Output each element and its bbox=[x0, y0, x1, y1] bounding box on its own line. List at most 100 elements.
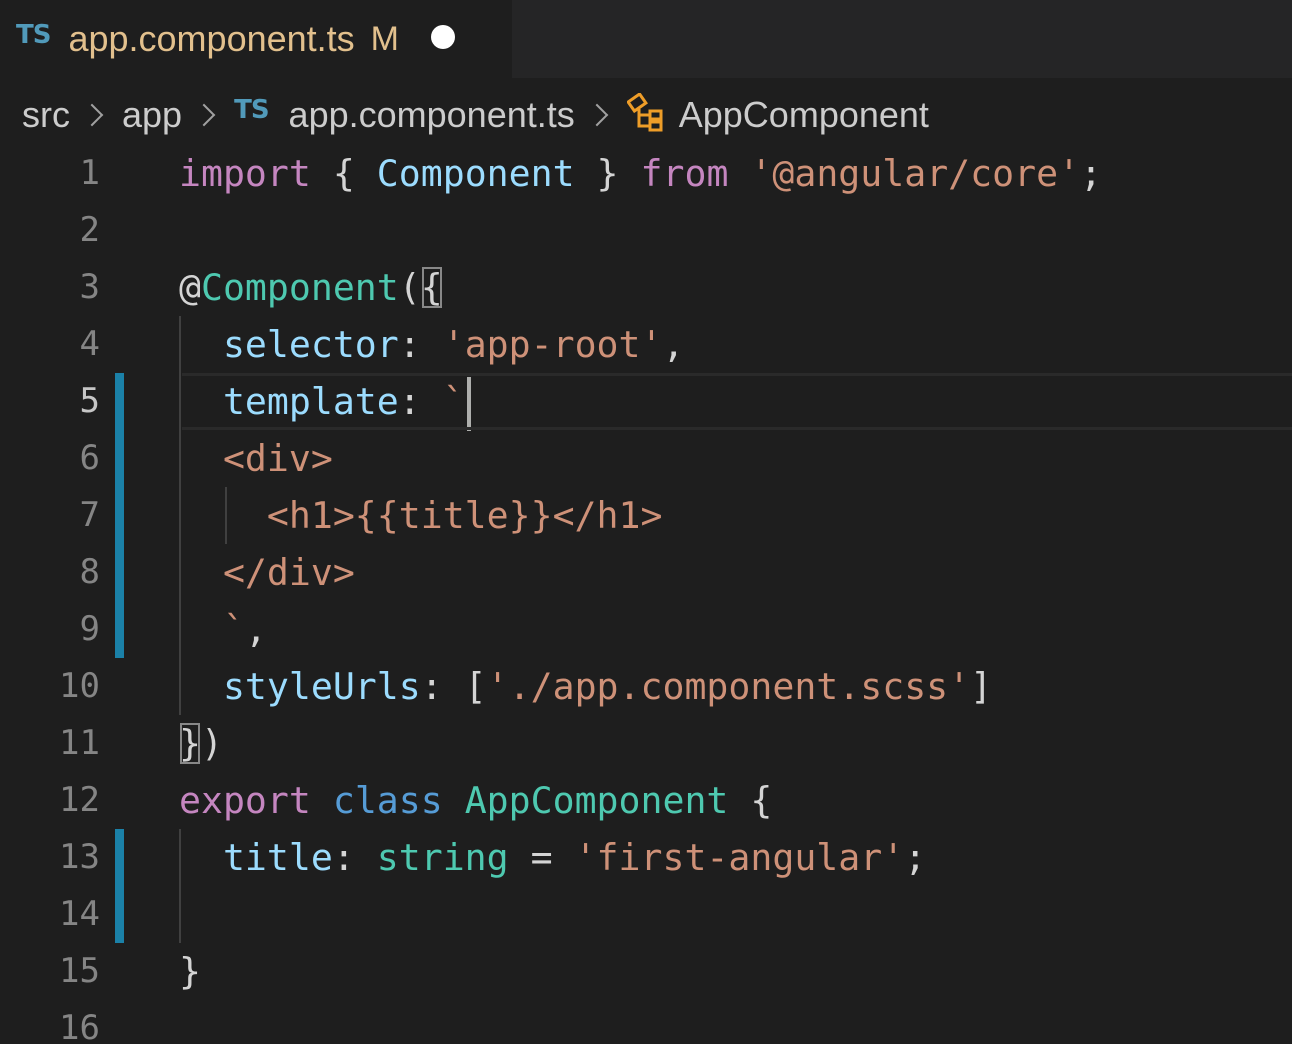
code-line-6[interactable]: 6 <div> bbox=[0, 430, 1292, 487]
code-text: template: ` bbox=[179, 373, 471, 431]
indent-guide bbox=[179, 886, 181, 943]
modified-line-indicator[interactable] bbox=[115, 544, 124, 601]
tab-bar: TS app.component.ts M bbox=[0, 0, 1292, 78]
line-number: 6 bbox=[79, 438, 100, 478]
breadcrumb-item-class[interactable]: AppComponent bbox=[679, 94, 929, 136]
code-line-12[interactable]: 12 export class AppComponent { bbox=[0, 772, 1292, 829]
chevron-right-icon bbox=[192, 103, 216, 127]
type-token: string bbox=[376, 836, 509, 879]
code-line-11[interactable]: 11 }) bbox=[0, 715, 1292, 772]
modified-line-indicator[interactable] bbox=[115, 886, 124, 943]
editor-tab-app-component[interactable]: TS app.component.ts M bbox=[0, 0, 512, 78]
breadcrumb-item-file[interactable]: app.component.ts bbox=[289, 94, 575, 136]
punctuation-token: ] bbox=[970, 665, 993, 708]
line-number: 12 bbox=[59, 780, 100, 820]
chevron-right-icon bbox=[585, 103, 609, 127]
unsaved-changes-dot-icon[interactable] bbox=[431, 25, 455, 49]
punctuation-token: , bbox=[244, 608, 267, 651]
code-text: @Component({ bbox=[179, 259, 443, 316]
modified-line-indicator[interactable] bbox=[115, 373, 124, 430]
breadcrumb-item-app[interactable]: app bbox=[122, 94, 182, 136]
punctuation-token: ; bbox=[1080, 152, 1103, 195]
git-modified-badge: M bbox=[370, 19, 399, 58]
line-number: 1 bbox=[79, 153, 100, 193]
property-token: template bbox=[222, 380, 399, 423]
code-line-5[interactable]: 5 template: ` bbox=[0, 373, 1292, 431]
code-line-2[interactable]: 2 bbox=[0, 202, 1292, 259]
keyword-token: from bbox=[640, 152, 729, 195]
code-text: export class AppComponent { bbox=[179, 772, 772, 829]
typescript-file-icon: TS bbox=[234, 95, 269, 125]
code-line-8[interactable]: 8 </div> bbox=[0, 544, 1292, 601]
modified-line-indicator[interactable] bbox=[115, 601, 124, 658]
decorator-at-token: @ bbox=[179, 266, 201, 309]
code-line-16[interactable]: 16 bbox=[0, 1000, 1292, 1044]
code-line-15[interactable]: 15 } bbox=[0, 943, 1292, 1000]
line-number: 10 bbox=[59, 666, 100, 706]
code-line-10[interactable]: 10 styleUrls: ['./app.component.scss'] bbox=[0, 658, 1292, 715]
breadcrumb-item-src[interactable]: src bbox=[22, 94, 70, 136]
code-line-3[interactable]: 3 @Component({ bbox=[0, 259, 1292, 316]
punctuation-token: , bbox=[662, 323, 685, 366]
breadcrumb: src app TS app.component.ts AppComponent bbox=[22, 86, 929, 144]
decorator-name-token: Component bbox=[200, 266, 399, 309]
line-number: 4 bbox=[79, 324, 100, 364]
string-token: './app.component.scss' bbox=[486, 665, 971, 708]
code-line-9[interactable]: 9 `, bbox=[0, 601, 1292, 658]
template-string-token: </div> bbox=[179, 551, 355, 594]
code-text: import { Component } from '@angular/core… bbox=[179, 145, 1102, 202]
punctuation-token: } bbox=[179, 950, 201, 993]
operator-token: = bbox=[508, 836, 575, 879]
string-token: '@angular/core' bbox=[750, 152, 1081, 195]
line-number: 15 bbox=[59, 951, 100, 991]
line-number: 16 bbox=[59, 1008, 100, 1044]
punctuation-token: : bbox=[398, 323, 443, 366]
punctuation-token: { bbox=[728, 779, 773, 822]
tab-filename: app.component.ts bbox=[68, 18, 355, 59]
code-editor[interactable]: 1 import { Component } from '@angular/co… bbox=[0, 145, 1292, 1044]
code-line-13[interactable]: 13 title: string = 'first-angular'; bbox=[0, 829, 1292, 886]
template-string-token: <h1>{{title}}</h1> bbox=[179, 494, 663, 537]
code-line-14[interactable]: 14 bbox=[0, 886, 1292, 943]
property-token: selector bbox=[222, 323, 399, 366]
property-token: title bbox=[222, 836, 333, 879]
code-line-1[interactable]: 1 import { Component } from '@angular/co… bbox=[0, 145, 1292, 202]
keyword-token: import bbox=[179, 152, 311, 195]
identifier-token: Component bbox=[376, 152, 575, 195]
code-text: selector: 'app-root', bbox=[179, 316, 685, 373]
property-token: styleUrls bbox=[222, 665, 421, 708]
line-number: 9 bbox=[79, 609, 100, 649]
code-text: title: string = 'first-angular'; bbox=[179, 829, 926, 886]
template-string-token: <div> bbox=[179, 437, 333, 480]
text-cursor bbox=[466, 376, 471, 431]
line-number: 11 bbox=[59, 723, 100, 763]
punctuation-token: { bbox=[310, 152, 377, 195]
punctuation-token: ) bbox=[200, 722, 223, 765]
code-line-4[interactable]: 4 selector: 'app-root', bbox=[0, 316, 1292, 373]
storage-token: class bbox=[332, 779, 443, 822]
string-token: ` bbox=[442, 380, 465, 423]
code-line-7[interactable]: 7 <h1>{{title}}</h1> bbox=[0, 487, 1292, 544]
class-symbol-icon bbox=[626, 93, 663, 132]
line-number: 8 bbox=[79, 552, 100, 592]
code-text: }) bbox=[179, 715, 223, 772]
modified-line-indicator[interactable] bbox=[115, 487, 124, 544]
modified-line-indicator[interactable] bbox=[115, 430, 124, 487]
string-token: 'app-root' bbox=[442, 323, 663, 366]
modified-line-indicator[interactable] bbox=[115, 829, 124, 886]
line-number: 14 bbox=[59, 894, 100, 934]
line-number: 5 bbox=[79, 381, 100, 421]
template-string-token: ` bbox=[179, 608, 245, 651]
punctuation-token: : [ bbox=[420, 665, 487, 708]
line-number: 13 bbox=[59, 837, 100, 877]
punctuation-token: : bbox=[398, 380, 443, 423]
code-text: `, bbox=[179, 601, 267, 658]
line-number: 2 bbox=[79, 210, 100, 250]
